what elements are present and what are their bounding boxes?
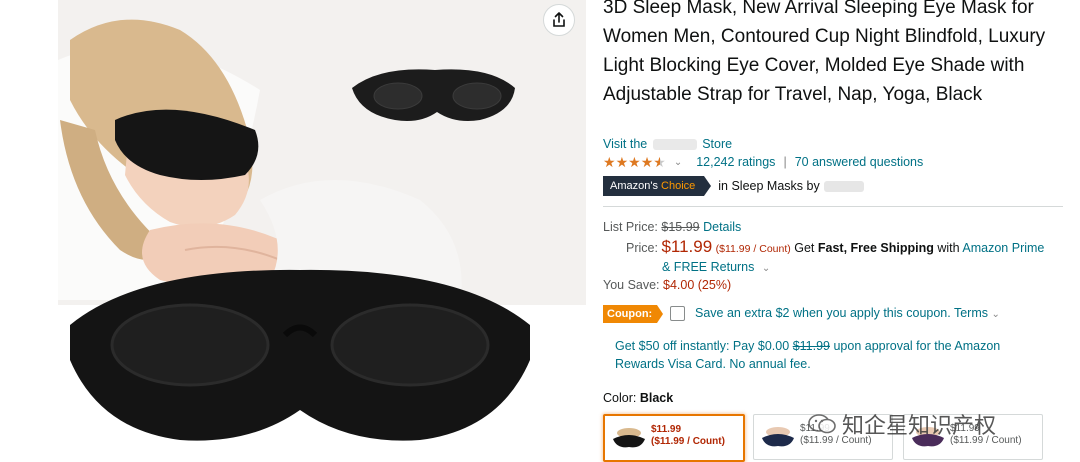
separator: | (783, 155, 787, 169)
swatch-price: $11.99 ($11.99 / Count) (651, 424, 725, 447)
amazons-choice-row: Amazon's Choice in Sleep Masks by (603, 176, 864, 196)
visa-offer[interactable]: Get $50 off instantly: Pay $0.00 $11.99 … (615, 337, 1035, 373)
share-icon (553, 12, 565, 27)
share-button[interactable] (543, 4, 575, 36)
coupon-checkbox[interactable] (670, 306, 685, 321)
shipping-text: Fast, Free Shipping (817, 241, 934, 255)
divider (603, 206, 1063, 207)
color-swatch-black[interactable]: $11.99 ($11.99 / Count) (603, 414, 745, 462)
free-returns-row[interactable]: & FREE Returns ⌄ (662, 260, 770, 274)
selected-color: Black (639, 391, 674, 405)
you-save-row: You Save: $4.00 (25%) (603, 278, 732, 292)
chevron-down-icon: ⌄ (761, 263, 771, 274)
details-link[interactable]: Details (703, 220, 741, 234)
list-price-row: List Price: $15.99 Details (603, 220, 742, 234)
price-row: Price: $11.99 ($11.99 / Count) Get Fast,… (626, 237, 1045, 256)
chevron-down-icon[interactable]: ⌄ (674, 157, 682, 168)
answered-questions-link[interactable]: 70 answered questions (795, 155, 924, 169)
swatch-thumbnail (762, 427, 794, 447)
ratings-count-link[interactable]: 12,242 ratings (696, 155, 775, 169)
swatch-thumbnail (613, 428, 645, 448)
store-prefix: Visit the (603, 137, 648, 151)
product-image-area (0, 0, 586, 460)
sleep-mask-illustration (58, 19, 530, 441)
amazons-choice-badge: Amazon's Choice (603, 176, 712, 196)
coupon-text[interactable]: Save an extra $2 when you apply this cou… (695, 306, 1000, 320)
you-save-amount: $4.00 (25%) (663, 278, 732, 292)
unit-price: ($11.99 / Count) (715, 243, 791, 255)
star-rating-icon[interactable]: ★★★★★ (603, 154, 666, 170)
store-link[interactable]: Visit the Store (603, 137, 732, 151)
chevron-down-icon: ⌄ (991, 309, 1000, 320)
watermark-text: 知企星知识产权 (842, 414, 997, 439)
color-selector-label: Color: Black (603, 391, 674, 405)
watermark: 知企星知识产权 (808, 408, 996, 440)
amazon-prime-link[interactable]: Amazon Prime (962, 241, 1044, 255)
product-title: 3D Sleep Mask, New Arrival Sleeping Eye … (603, 0, 1046, 105)
coupon-badge: Coupon: (603, 305, 664, 323)
list-price: $15.99 (661, 220, 700, 234)
rating-row: ★★★★★ ⌄ 12,242 ratings | 70 answered que… (603, 154, 923, 170)
store-suffix: Store (702, 137, 733, 151)
choice-category[interactable]: in Sleep Masks by (718, 179, 864, 193)
wechat-icon (808, 414, 836, 434)
free-returns-link: & FREE Returns (662, 260, 755, 274)
price: $11.99 (661, 237, 713, 256)
redacted-store-name (652, 139, 697, 151)
